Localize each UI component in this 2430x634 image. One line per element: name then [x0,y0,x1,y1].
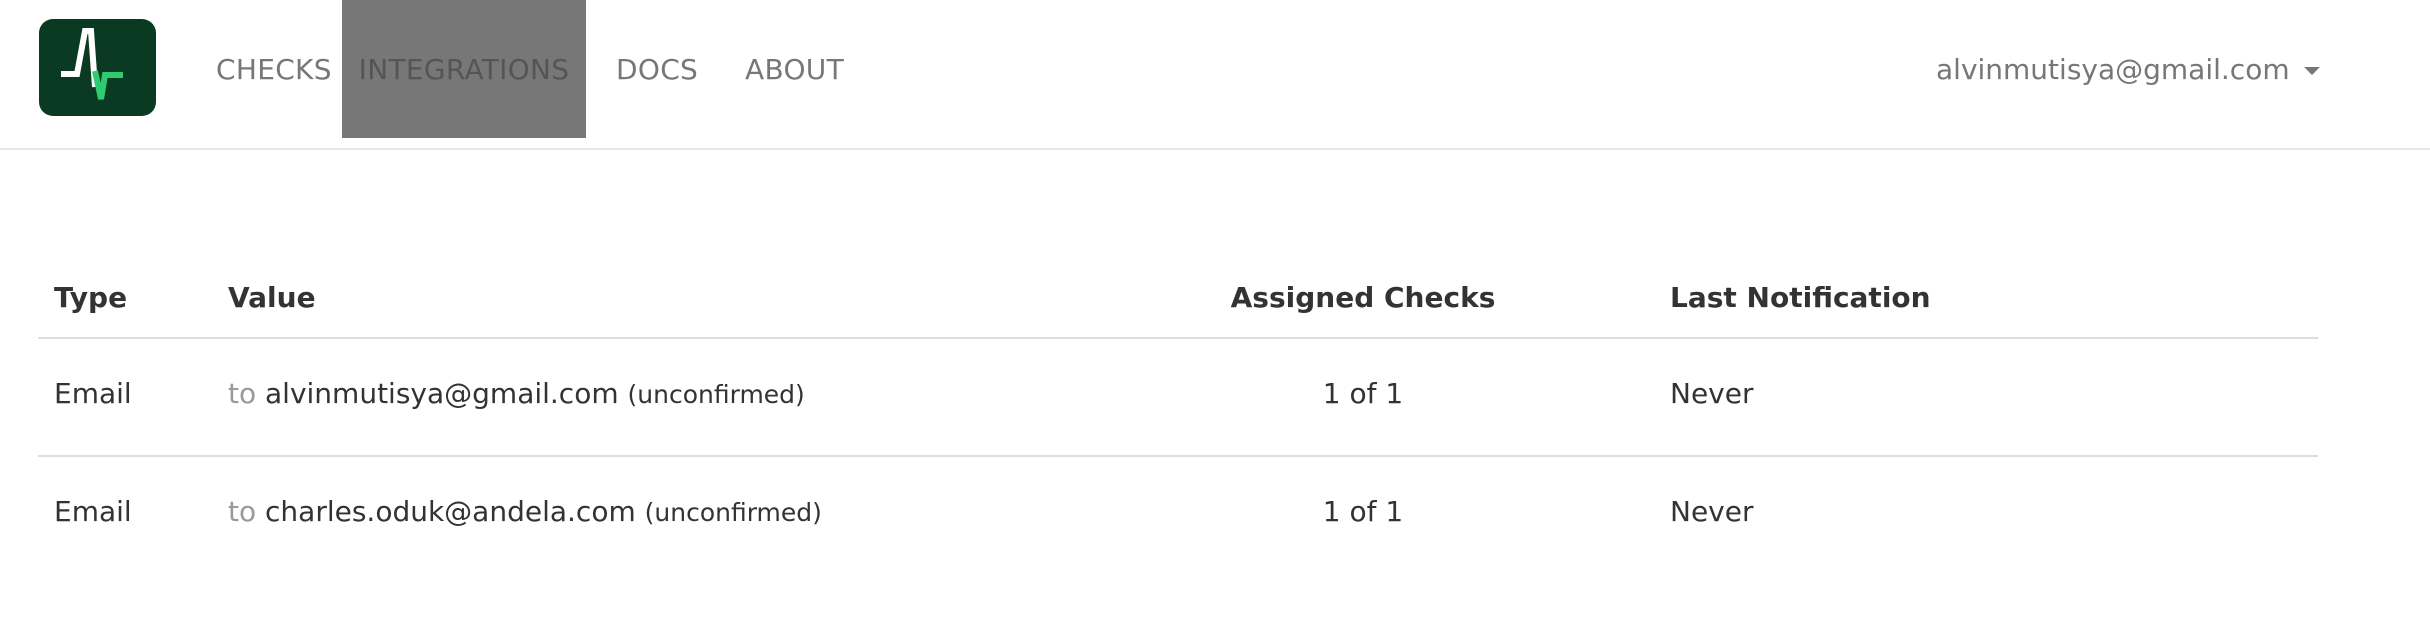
nav-checks[interactable]: CHECKS [216,0,332,138]
row-to-prefix: to [228,377,257,410]
user-email: alvinmutisya@gmail.com [1936,53,2290,86]
row-email: charles.oduk@andela.com [265,495,636,528]
header-value: Value [228,281,316,314]
header-assigned-checks: Assigned Checks [1230,281,1496,314]
logo[interactable] [39,19,156,116]
nav-about[interactable]: ABOUT [745,0,844,138]
row-last-notification: Never [1670,495,1754,528]
table-row: Email to charles.oduk@andela.com (unconf… [38,457,2318,573]
row-status: (unconfirmed) [644,498,822,527]
user-menu[interactable]: alvinmutisya@gmail.com [1936,0,2320,138]
row-value: to alvinmutisya@gmail.com (unconfirmed) [228,377,805,410]
table-header: Type Value Assigned Checks Last Notifica… [38,263,2318,339]
row-to-prefix: to [228,495,257,528]
table-row: Email to alvinmutisya@gmail.com (unconfi… [38,339,2318,457]
nav-docs[interactable]: DOCS [616,0,698,138]
row-status: (unconfirmed) [627,380,805,409]
row-last-notification: Never [1670,377,1754,410]
header-type: Type [54,281,128,314]
row-type: Email [54,377,132,410]
row-value: to charles.oduk@andela.com (unconfirmed) [228,495,822,528]
integrations-table: Type Value Assigned Checks Last Notifica… [38,263,2318,573]
top-navbar: CHECKS INTEGRATIONS DOCS ABOUT alvinmuti… [0,0,2430,150]
row-assigned-checks[interactable]: 1 of 1 [1213,495,1513,528]
row-email: alvinmutisya@gmail.com [265,377,619,410]
header-last-notification: Last Notification [1670,281,1931,314]
row-type: Email [54,495,132,528]
caret-down-icon [2303,67,2320,75]
heartbeat-icon [61,28,123,100]
row-assigned-checks[interactable]: 1 of 1 [1213,377,1513,410]
nav-integrations[interactable]: INTEGRATIONS [342,0,586,138]
